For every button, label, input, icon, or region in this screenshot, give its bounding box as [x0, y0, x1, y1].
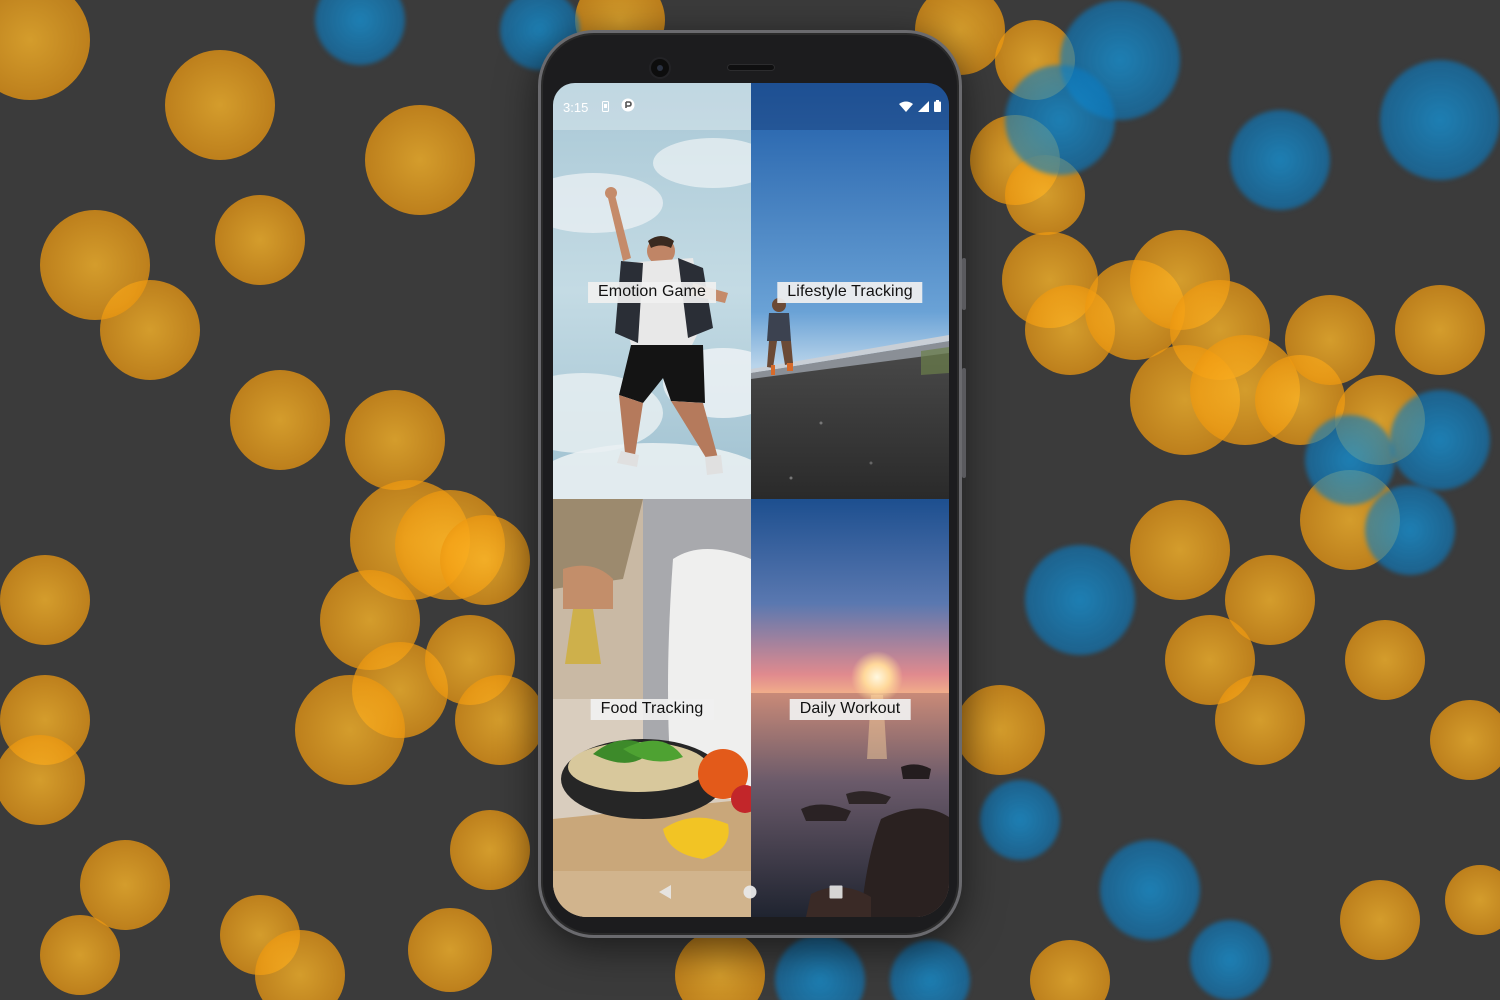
phone-device: Emotion Game Lifestyle Tracking Food Tra… — [538, 30, 966, 938]
bokeh-light-orange — [165, 50, 275, 160]
tile-label-lifestyle-tracking: Lifestyle Tracking — [777, 282, 923, 303]
tile-daily-workout[interactable]: Daily Workout — [751, 499, 949, 917]
notification-app-icon — [621, 98, 635, 117]
bokeh-light-orange — [1445, 865, 1500, 935]
bokeh-light-orange — [675, 930, 765, 1000]
feature-grid: Emotion Game Lifestyle Tracking Food Tra… — [553, 83, 949, 917]
bokeh-light-orange — [295, 675, 405, 785]
status-right-icons — [899, 99, 941, 117]
phone-screen: Emotion Game Lifestyle Tracking Food Tra… — [553, 83, 949, 917]
earpiece-speaker — [727, 64, 775, 71]
bokeh-light-orange — [40, 210, 150, 320]
bokeh-light-blue — [1305, 415, 1395, 505]
bokeh-light-blue — [1005, 65, 1115, 175]
tile-food-tracking[interactable]: Food Tracking — [553, 499, 751, 917]
bokeh-light-orange — [215, 195, 305, 285]
bokeh-light-orange — [1430, 700, 1500, 780]
bokeh-light-orange — [230, 370, 330, 470]
bokeh-light-orange — [1215, 675, 1305, 765]
bokeh-light-orange — [1340, 880, 1420, 960]
tile-label-daily-workout: Daily Workout — [789, 699, 911, 720]
bokeh-light-orange — [1030, 940, 1110, 1000]
tile-emotion-game[interactable]: Emotion Game — [553, 83, 751, 499]
bokeh-light-orange — [450, 810, 530, 890]
bokeh-light-orange — [345, 390, 445, 490]
home-icon[interactable] — [743, 885, 757, 904]
front-camera — [649, 57, 671, 79]
bokeh-light-blue — [775, 935, 865, 1000]
bokeh-light-orange — [0, 0, 90, 100]
bokeh-light-orange — [40, 915, 120, 995]
bokeh-light-blue — [1365, 485, 1455, 575]
bokeh-light-blue — [1390, 390, 1490, 490]
tile-label-food-tracking: Food Tracking — [590, 699, 714, 720]
recents-icon[interactable] — [829, 885, 843, 904]
battery-icon — [934, 99, 941, 117]
back-icon[interactable] — [659, 884, 671, 904]
bokeh-light-orange — [440, 515, 530, 605]
tile-lifestyle-tracking[interactable]: Lifestyle Tracking — [751, 83, 949, 499]
status-bar: 3:15 — [553, 83, 949, 130]
wifi-icon — [899, 99, 913, 117]
bokeh-light-blue — [890, 940, 970, 1000]
status-time: 3:15 — [563, 100, 589, 115]
bokeh-light-blue — [1100, 840, 1200, 940]
nav-bar-left-bg — [553, 871, 751, 917]
bokeh-light-orange — [1345, 620, 1425, 700]
power-button — [962, 258, 966, 310]
bokeh-light-orange — [955, 685, 1045, 775]
bokeh-light-blue — [1190, 920, 1270, 1000]
bokeh-light-orange — [455, 675, 545, 765]
navigation-bar — [553, 871, 949, 917]
cell-signal-icon — [918, 99, 929, 117]
bokeh-light-blue — [980, 780, 1060, 860]
bokeh-light-blue — [315, 0, 405, 65]
volume-button — [962, 368, 966, 478]
bokeh-light-blue — [1380, 60, 1500, 180]
sim-card-icon — [602, 99, 610, 117]
bokeh-light-orange — [0, 735, 85, 825]
tile-label-emotion-game: Emotion Game — [588, 282, 716, 303]
bokeh-light-orange — [1130, 500, 1230, 600]
bokeh-light-blue — [1025, 545, 1135, 655]
bokeh-light-orange — [1395, 285, 1485, 375]
bokeh-light-orange — [1285, 295, 1375, 385]
bokeh-light-orange — [365, 105, 475, 215]
bokeh-light-blue — [1230, 110, 1330, 210]
bokeh-light-orange — [0, 555, 90, 645]
bokeh-light-orange — [408, 908, 492, 992]
